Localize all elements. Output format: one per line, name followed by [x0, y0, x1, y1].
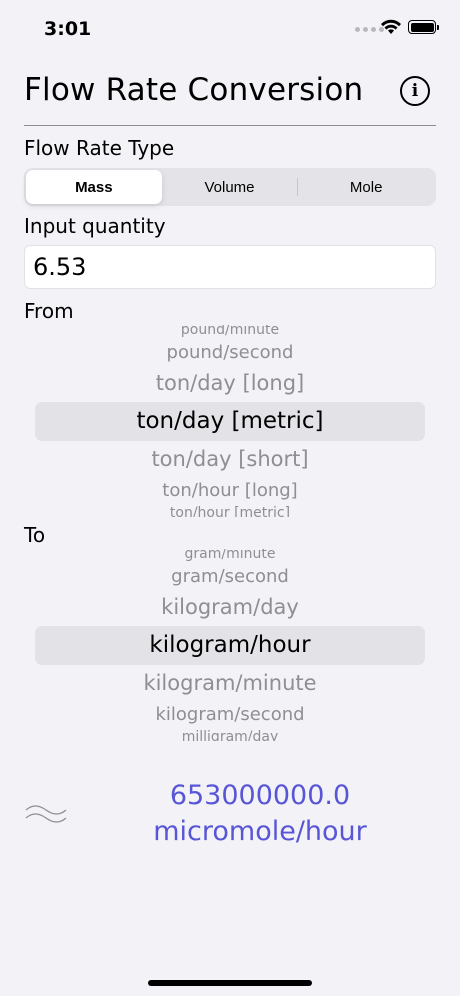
- title-divider: [24, 125, 436, 126]
- picker-item[interactable]: gram/second: [24, 566, 436, 587]
- picker-item[interactable]: ton/day [short]: [24, 447, 436, 471]
- flow-rate-type-segmented-control: Mass Volume Mole: [24, 168, 436, 206]
- approximately-equal-icon: [25, 805, 67, 823]
- picker-item[interactable]: pound/minute: [24, 325, 436, 337]
- status-time: 3:01: [44, 18, 92, 40]
- picker-item-selected[interactable]: kilogram/hour: [24, 632, 436, 658]
- picker-item[interactable]: milligram/day: [24, 729, 436, 741]
- picker-item[interactable]: kilogram/second: [24, 704, 436, 725]
- result-unit: micromole/hour: [153, 816, 367, 847]
- input-quantity-label: Input quantity: [24, 214, 166, 238]
- to-unit-picker[interactable]: gram/minute gram/second kilogram/day kil…: [24, 549, 436, 741]
- picker-item[interactable]: kilogram/minute: [24, 671, 436, 695]
- status-bar: 3:01: [0, 0, 460, 60]
- picker-item[interactable]: pound/second: [24, 342, 436, 363]
- result-value: 653000000.0: [169, 780, 351, 811]
- flow-rate-type-label: Flow Rate Type: [24, 136, 175, 160]
- picker-item[interactable]: ton/hour [long]: [24, 480, 436, 501]
- picker-item-selected[interactable]: ton/day [metric]: [24, 408, 436, 434]
- picker-item[interactable]: ton/hour [metric]: [24, 505, 436, 517]
- segment-mole[interactable]: Mole: [298, 170, 434, 204]
- picker-item[interactable]: gram/minute: [24, 549, 436, 561]
- segment-mass[interactable]: Mass: [26, 170, 162, 204]
- picker-item[interactable]: ton/day [long]: [24, 371, 436, 395]
- picker-item[interactable]: kilogram/day: [24, 595, 436, 619]
- from-label: From: [24, 299, 74, 323]
- page-title: Flow Rate Conversion: [24, 72, 364, 108]
- home-indicator[interactable]: [148, 980, 312, 986]
- wifi-icon: [381, 19, 401, 34]
- info-icon[interactable]: i: [400, 76, 430, 106]
- segment-volume[interactable]: Volume: [162, 170, 298, 204]
- to-label: To: [24, 523, 46, 547]
- battery-icon: [408, 20, 439, 34]
- from-unit-picker[interactable]: pound/minute pound/second ton/day [long]…: [24, 325, 436, 517]
- input-quantity-field[interactable]: 6.53: [24, 245, 436, 289]
